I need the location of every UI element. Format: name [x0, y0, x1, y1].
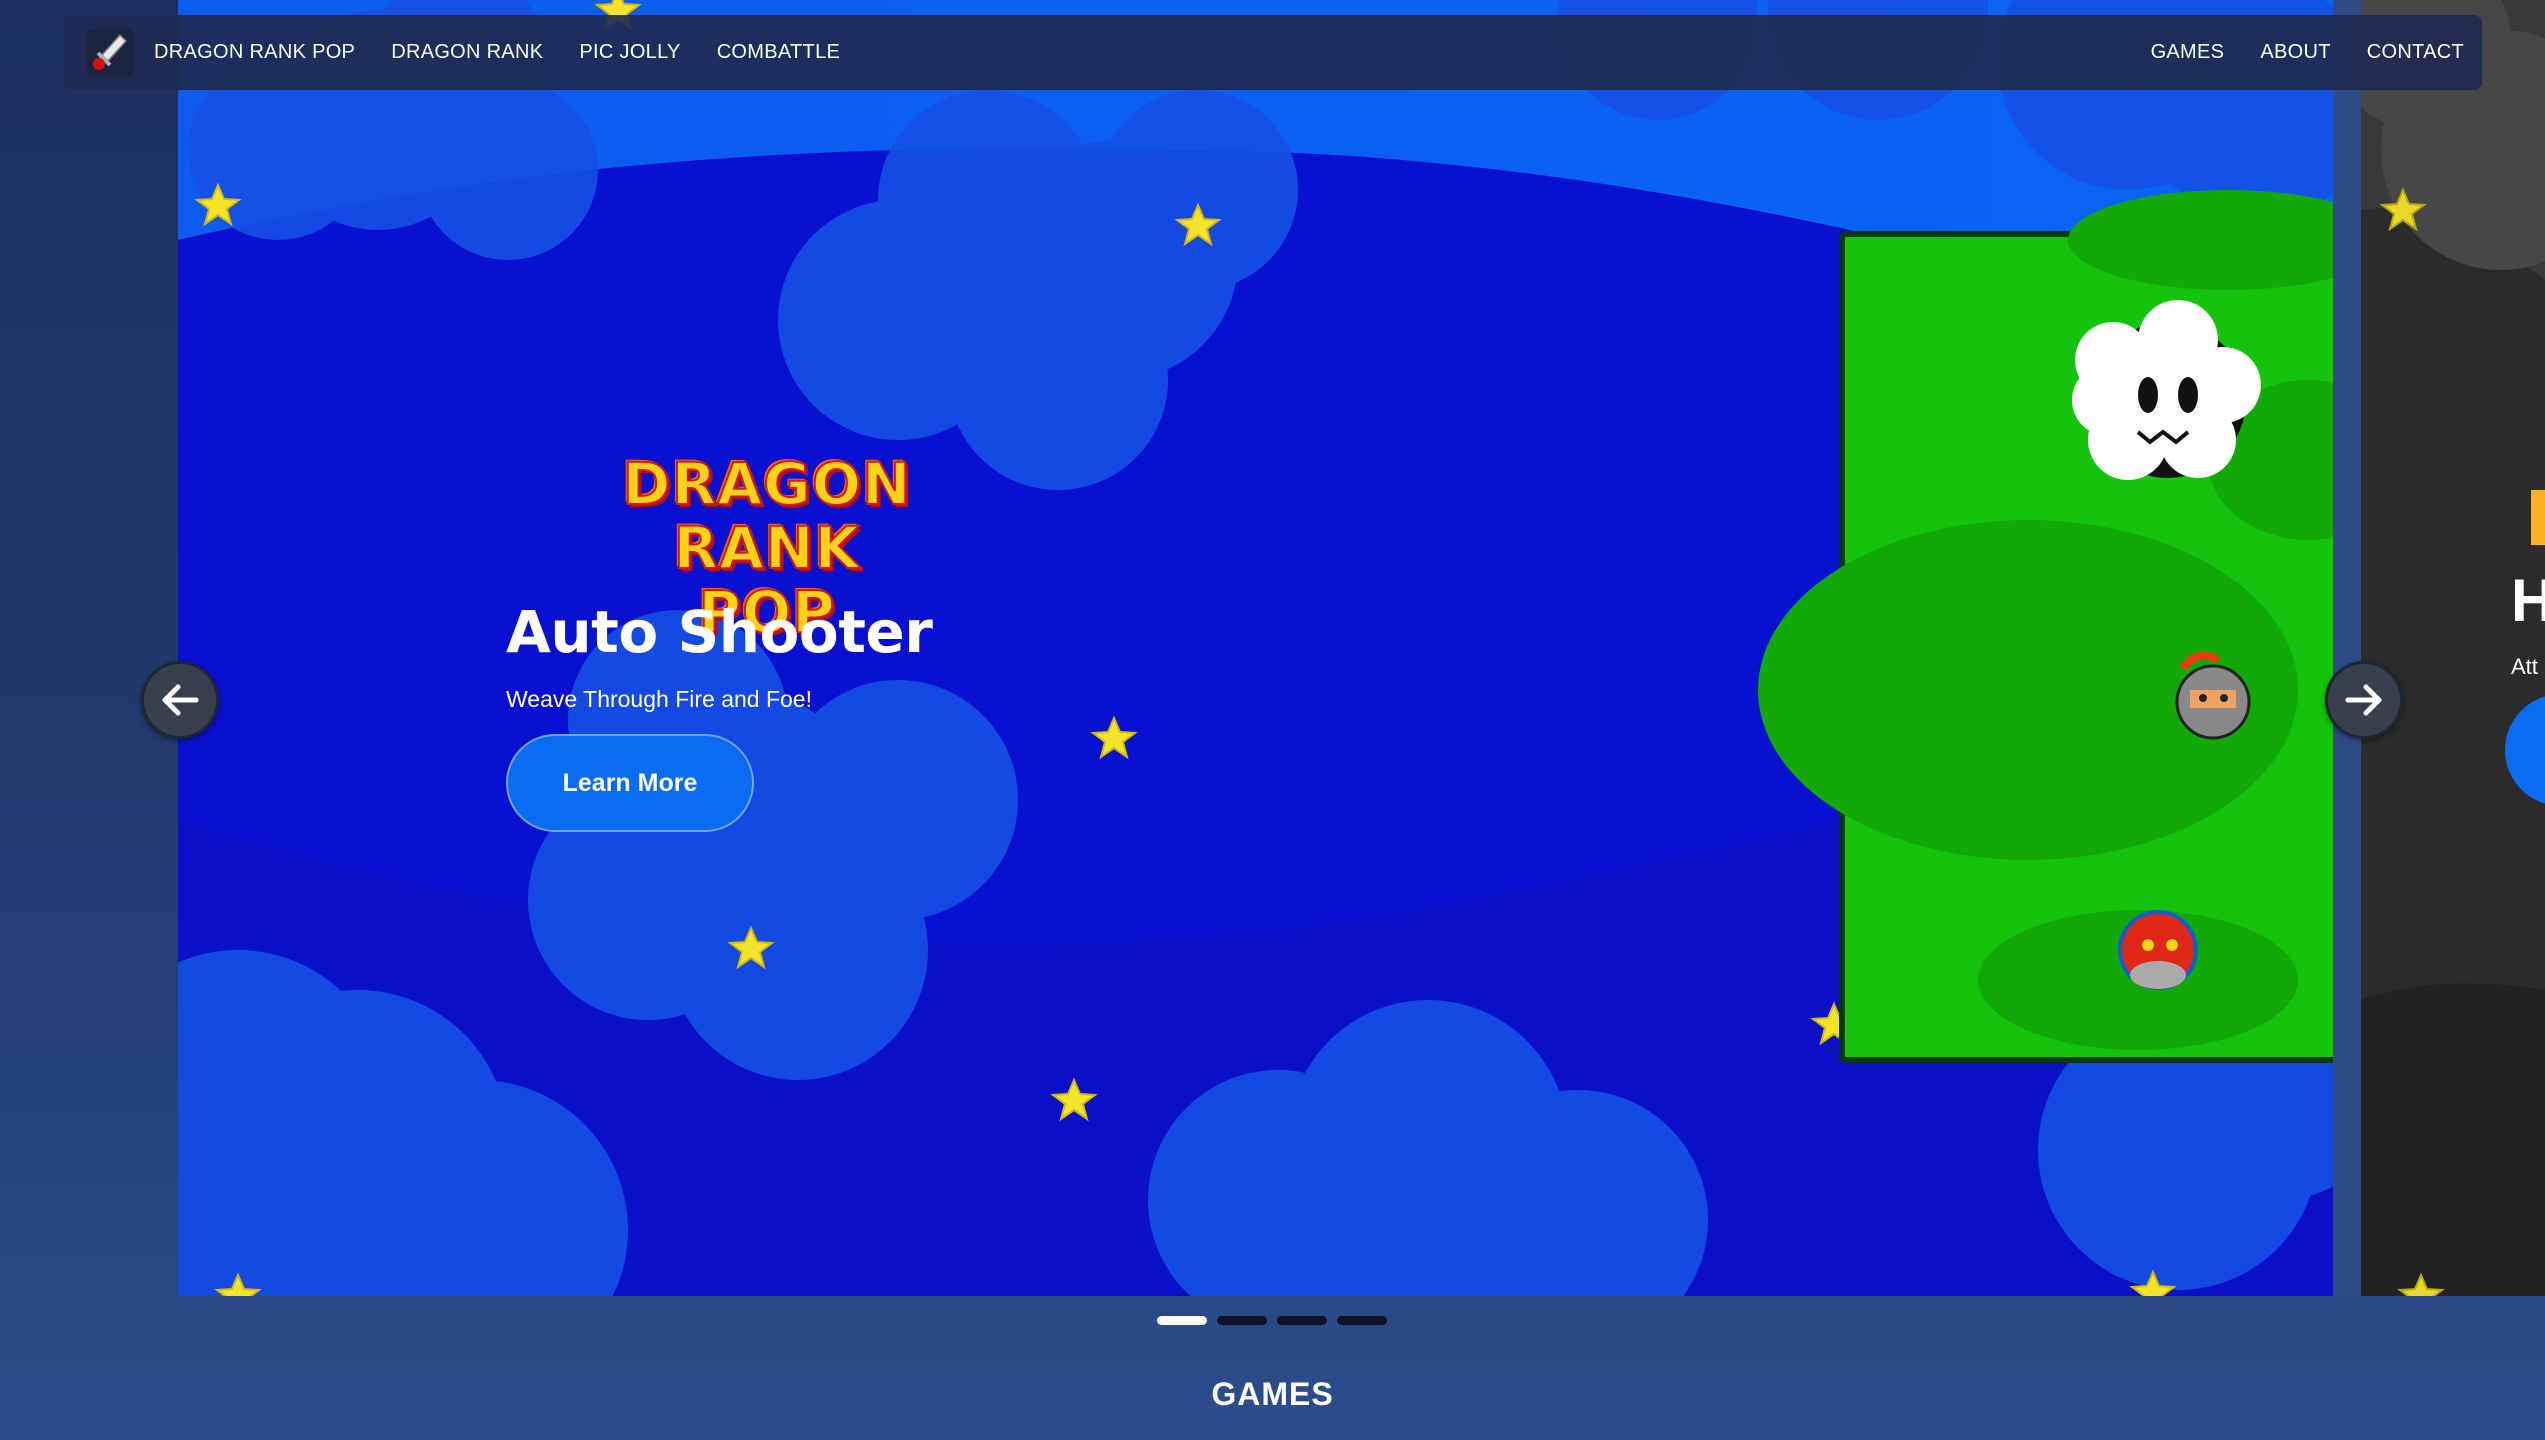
nav-right-links: GAMES ABOUT CONTACT — [2115, 41, 2464, 64]
game-preview-image — [1758, 190, 2333, 1063]
sword-logo-icon[interactable] — [80, 23, 140, 83]
next-slide-subtitle: Att — [2511, 654, 2538, 679]
carousel-dot-4[interactable] — [1337, 1316, 1387, 1325]
slide-gap — [2333, 0, 2361, 1296]
nav-link-combattle[interactable]: COMBATTLE — [717, 41, 840, 64]
nav-link-pic-jolly[interactable]: PIC JOLLY — [579, 41, 680, 64]
hero-slide: DRAGON RANK POP Auto Shooter Weave Throu… — [178, 0, 2333, 1296]
nav-link-about[interactable]: ABOUT — [2260, 41, 2330, 64]
arrow-right-icon — [2345, 684, 2382, 716]
learn-more-button[interactable]: Learn More — [506, 734, 754, 832]
slide-subtitle: Weave Through Fire and Foe! — [506, 686, 812, 712]
slide-title: Auto Shooter — [506, 598, 933, 666]
top-navbar: DRAGON RANK POP DRAGON RANK PIC JOLLY CO… — [64, 15, 2482, 90]
carousel-dot-2[interactable] — [1217, 1316, 1267, 1325]
next-slide-title: H — [2511, 567, 2545, 634]
nav-link-dragon-rank-pop[interactable]: DRAGON RANK POP — [154, 41, 355, 64]
next-slide-background — [2361, 0, 2545, 1296]
arrow-left-icon — [162, 684, 199, 716]
carousel-dot-1[interactable] — [1157, 1316, 1207, 1325]
carousel-indicators — [1157, 1316, 1387, 1325]
game-logo-line1: DRAGON RANK — [621, 450, 912, 582]
carousel-dot-3[interactable] — [1277, 1316, 1327, 1325]
nav-left-links: DRAGON RANK POP DRAGON RANK PIC JOLLY CO… — [154, 41, 876, 64]
nav-link-contact[interactable]: CONTACT — [2367, 41, 2464, 64]
carousel-next-button[interactable] — [2325, 661, 2403, 739]
nav-link-dragon-rank[interactable]: DRAGON RANK — [391, 41, 543, 64]
next-slide-preview[interactable]: H Att — [2361, 0, 2545, 1296]
games-section-heading: GAMES — [1211, 1376, 1334, 1412]
carousel-prev-button[interactable] — [141, 661, 219, 739]
nav-link-games[interactable]: GAMES — [2151, 41, 2225, 64]
hero-background — [178, 0, 2333, 1296]
